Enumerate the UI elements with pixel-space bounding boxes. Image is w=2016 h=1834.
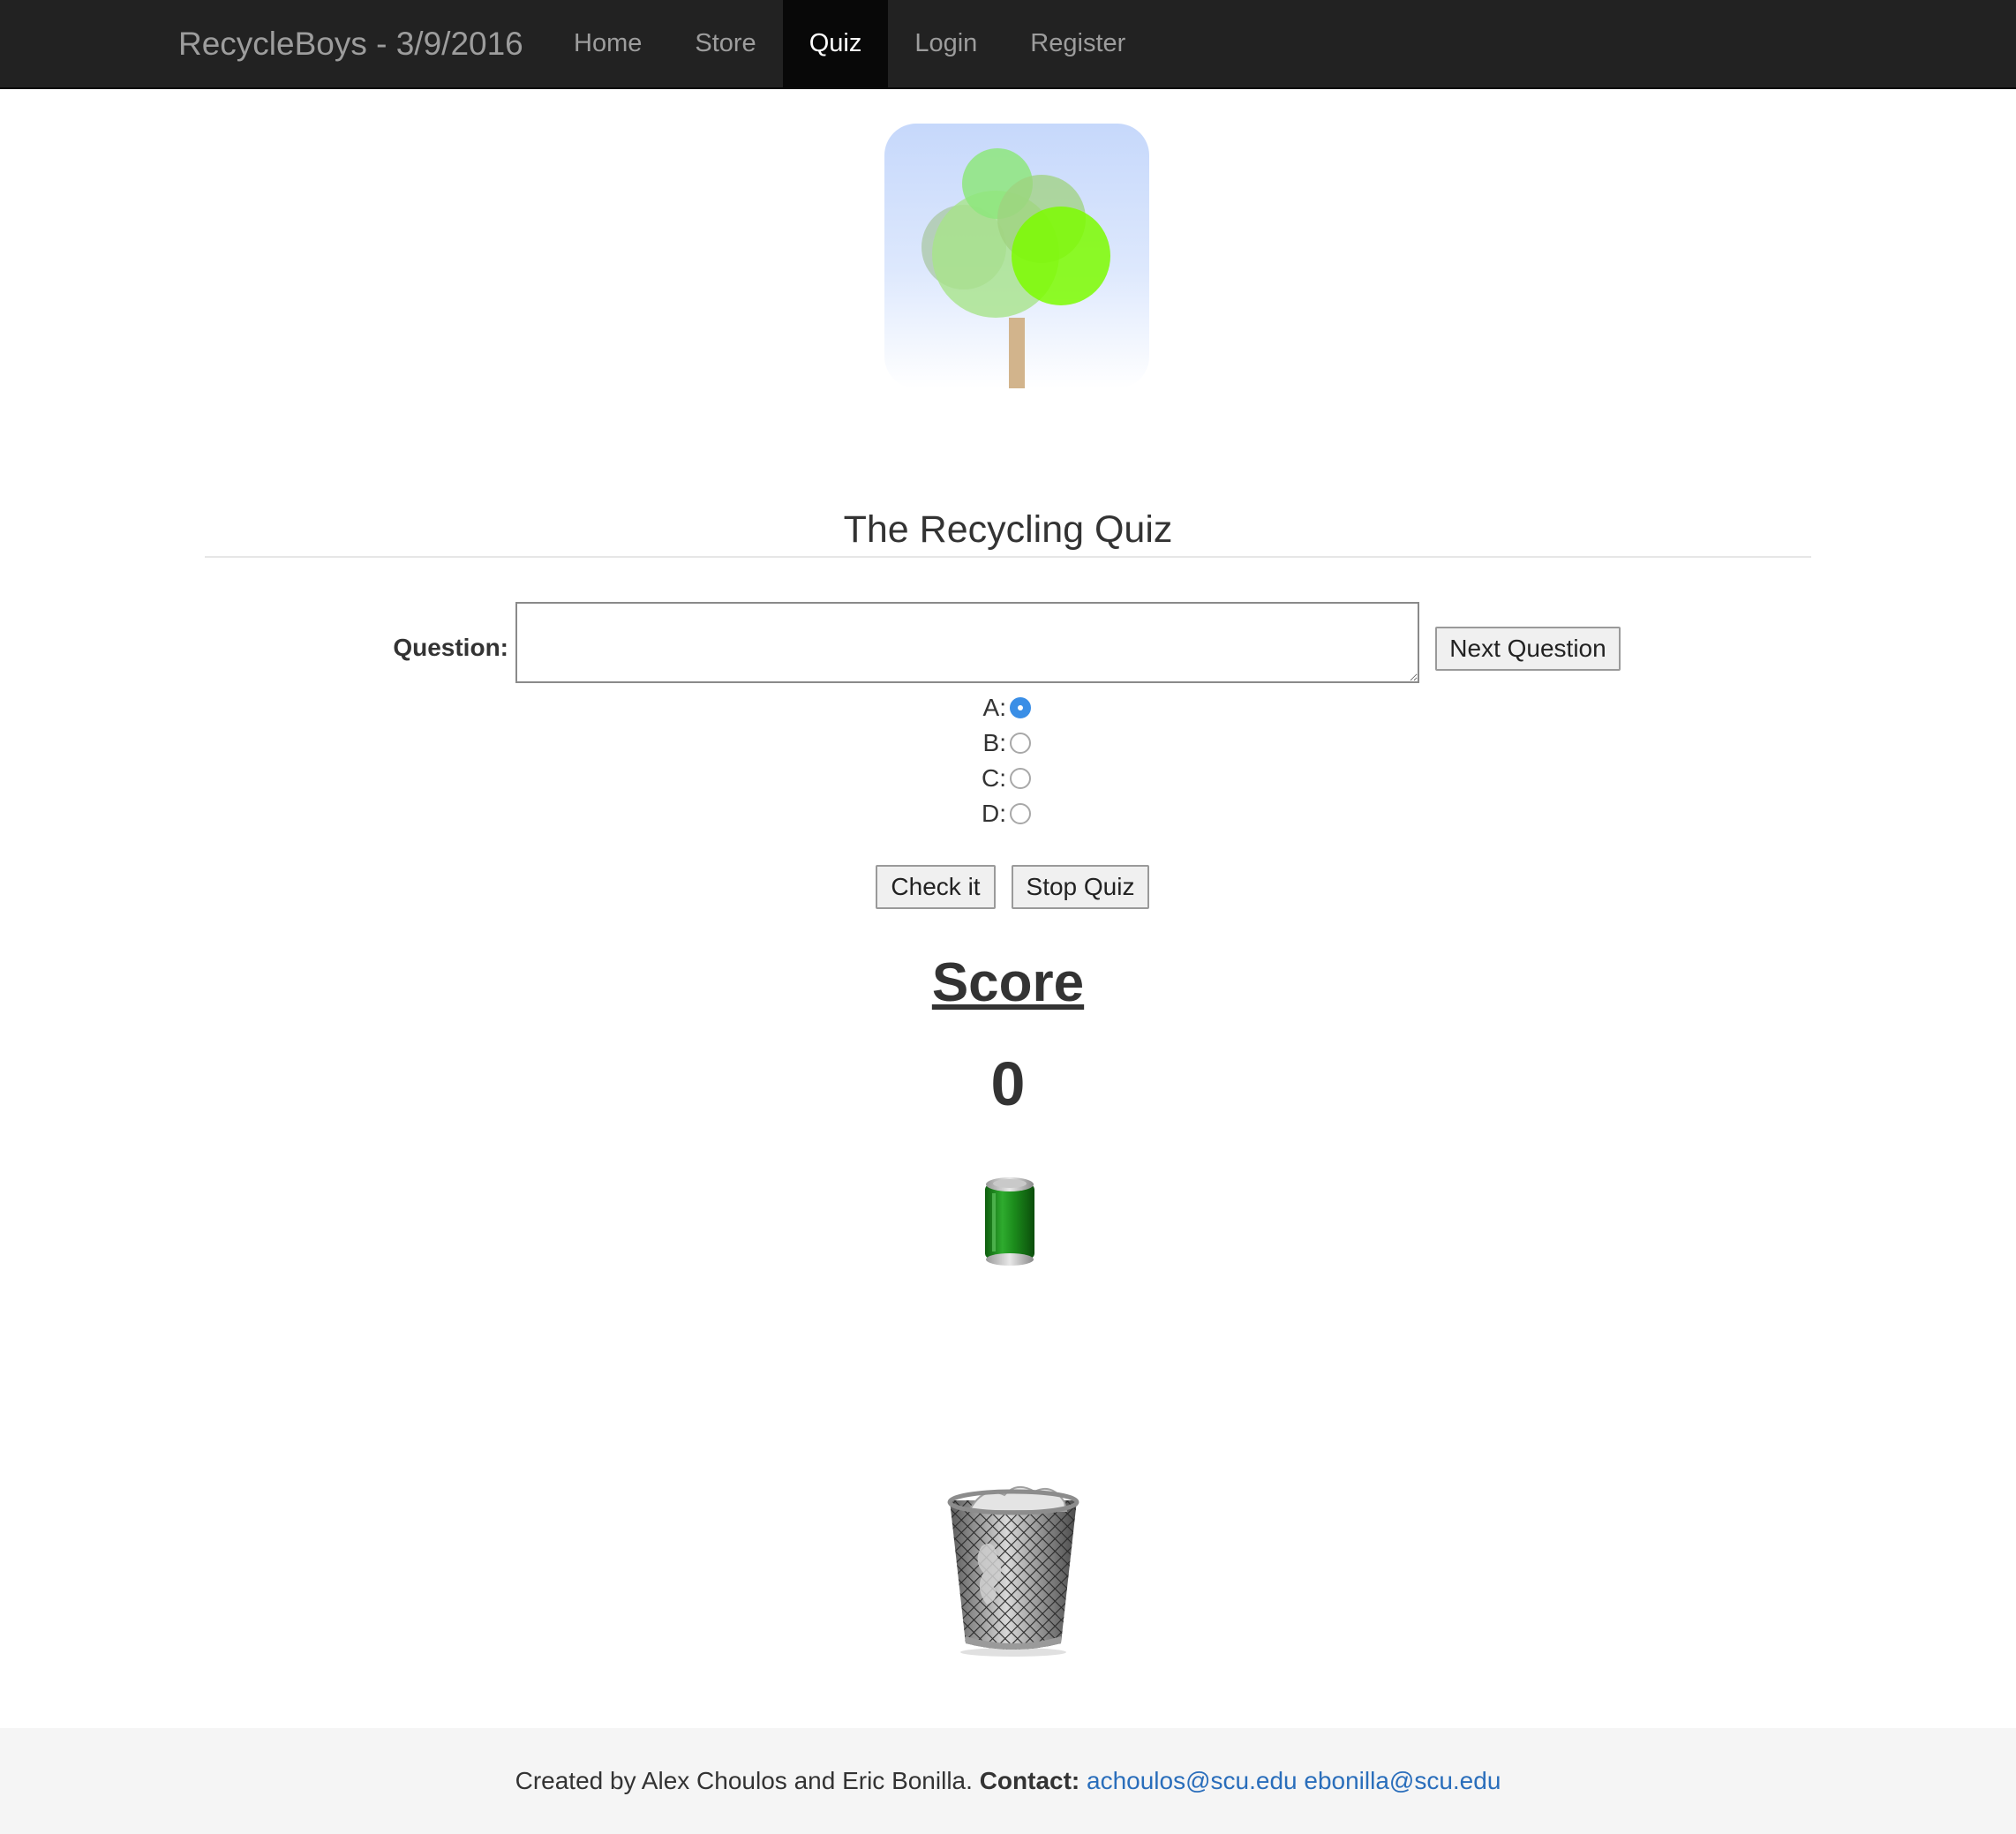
recycle-bin-graphic <box>947 1485 1079 1657</box>
option-a-label: A: <box>982 694 1006 721</box>
option-c-row: C: <box>971 761 1147 796</box>
email-link-achoulos[interactable]: achoulos@scu.edu <box>1087 1767 1298 1794</box>
footer: Created by Alex Choulos and Eric Bonilla… <box>0 1728 2016 1834</box>
option-d-radio[interactable] <box>1010 803 1031 824</box>
option-c-radio[interactable] <box>1010 768 1031 789</box>
green-can-icon[interactable] <box>983 1174 1036 1267</box>
option-b-radio[interactable] <box>1010 733 1031 754</box>
option-a-radio[interactable] <box>1010 697 1031 718</box>
tree-logo-icon <box>884 124 1149 388</box>
nav-items: Home Store Quiz Login Register <box>547 0 1152 87</box>
answer-options: A: B: C: D: <box>971 690 1147 831</box>
check-it-button[interactable]: Check it <box>876 865 996 909</box>
option-c-label: C: <box>982 764 1006 792</box>
option-b-label: B: <box>982 729 1006 756</box>
nav-item-quiz[interactable]: Quiz <box>782 0 889 87</box>
next-question-button[interactable]: Next Question <box>1435 627 1621 671</box>
brand-link[interactable]: RecycleBoys - 3/9/2016 <box>178 0 523 89</box>
footer-text: Created by Alex Choulos and Eric Bonilla… <box>0 1728 2016 1834</box>
title-divider <box>205 556 1811 558</box>
score-value: 0 <box>990 1049 1026 1118</box>
option-b-row: B: <box>971 725 1147 761</box>
question-textarea[interactable] <box>515 602 1419 683</box>
option-d-label: D: <box>982 800 1006 827</box>
question-label: Question: <box>393 634 508 661</box>
stop-quiz-button[interactable]: Stop Quiz <box>1012 865 1149 909</box>
green-can-graphic <box>985 1177 1034 1266</box>
score-heading: Score <box>931 952 1085 1013</box>
nav-item-store[interactable]: Store <box>668 0 782 87</box>
tree-logo-graphic <box>921 148 1110 388</box>
email-link-ebonilla[interactable]: ebonilla@scu.edu <box>1304 1767 1501 1794</box>
quiz-title: The Recycling Quiz <box>843 508 1173 551</box>
footer-contact-label: Contact: <box>979 1767 1080 1794</box>
nav-item-login[interactable]: Login <box>888 0 1004 87</box>
recycle-bin-icon[interactable] <box>943 1476 1084 1657</box>
option-d-row: D: <box>971 796 1147 831</box>
navbar: RecycleBoys - 3/9/2016 Home Store Quiz L… <box>0 0 2016 89</box>
footer-credits: Created by Alex Choulos and Eric Bonilla… <box>515 1767 973 1794</box>
option-a-row: A: <box>971 690 1147 725</box>
nav-item-register[interactable]: Register <box>1004 0 1152 87</box>
nav-item-home[interactable]: Home <box>547 0 668 87</box>
